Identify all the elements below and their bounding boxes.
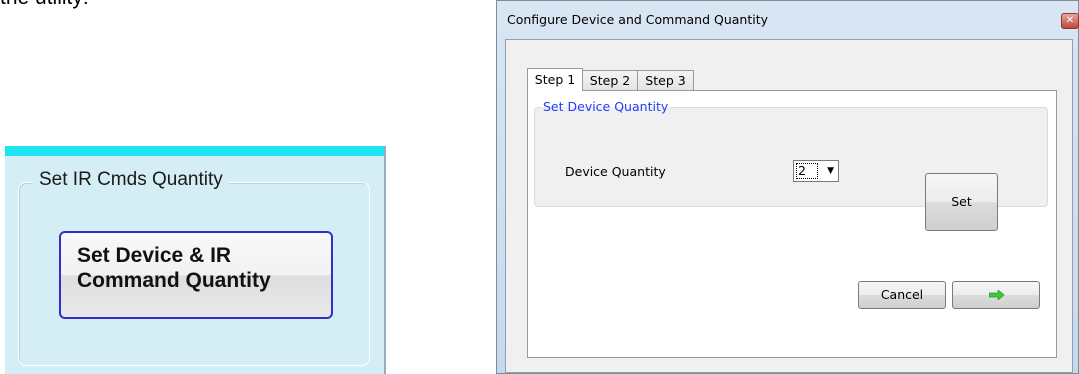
button-line-2: Command Quantity xyxy=(77,269,271,292)
caption-text: the utility: xyxy=(0,0,89,10)
next-button[interactable] xyxy=(952,281,1040,309)
groupbox-title: Set IR Cmds Quantity xyxy=(33,169,229,191)
device-quantity-select[interactable]: 2 ▼ xyxy=(793,160,839,182)
titlebar[interactable]: Configure Device and Command Quantity ✕ xyxy=(497,1,1079,39)
accent-strip xyxy=(5,146,384,156)
configure-dialog: Configure Device and Command Quantity ✕ … xyxy=(496,0,1079,374)
dialog-client: Step 1 Step 2 Step 3 Set Device Quantity… xyxy=(505,39,1073,373)
device-quantity-label: Device Quantity xyxy=(565,164,666,179)
tab-step-2[interactable]: Step 2 xyxy=(582,70,638,90)
tab-step-3[interactable]: Step 3 xyxy=(637,70,694,90)
set-device-ir-quantity-button[interactable]: Set Device & IR Command Quantity xyxy=(59,231,333,319)
cancel-button[interactable]: Cancel xyxy=(858,281,946,309)
close-button[interactable]: ✕ xyxy=(1061,13,1079,29)
ir-cmds-groupbox: Set IR Cmds Quantity Set Device & IR Com… xyxy=(18,169,370,366)
button-line-1: Set Device & IR xyxy=(77,244,232,267)
tab-step-1[interactable]: Step 1 xyxy=(527,68,583,91)
set-button[interactable]: Set xyxy=(925,173,998,231)
right-arrow-icon xyxy=(989,290,1005,300)
close-icon: ✕ xyxy=(1065,15,1075,26)
device-group-title: Set Device Quantity xyxy=(541,99,671,114)
ir-cmds-panel: Set IR Cmds Quantity Set Device & IR Com… xyxy=(5,146,386,374)
selected-value: 2 xyxy=(796,163,818,179)
dialog-title: Configure Device and Command Quantity xyxy=(507,12,769,27)
tab-page-step-1: Set Device Quantity Device Quantity 2 ▼ … xyxy=(527,90,1057,358)
dropdown-arrow-icon: ▼ xyxy=(827,166,834,176)
